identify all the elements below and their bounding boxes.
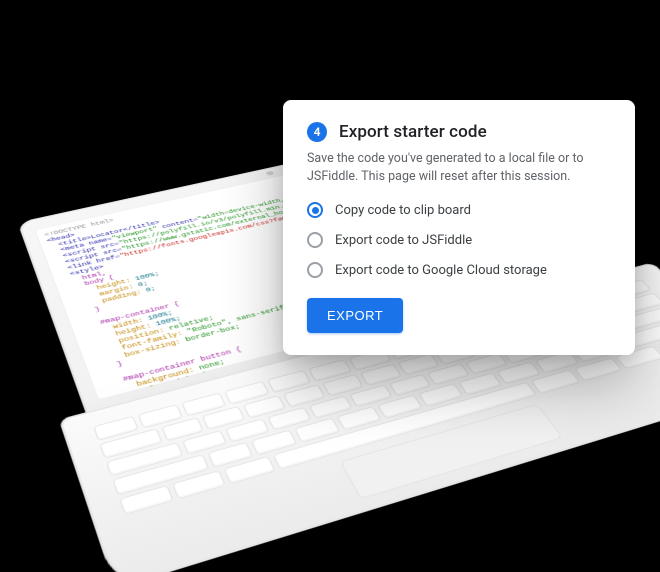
- option-label: Copy code to clip board: [335, 203, 471, 218]
- option-copy-clipboard[interactable]: Copy code to clip board: [307, 202, 611, 218]
- export-dialog: 4 Export starter code Save the code you'…: [283, 100, 635, 355]
- option-label: Export code to JSFiddle: [335, 233, 472, 248]
- option-export-gcs[interactable]: Export code to Google Cloud storage: [307, 262, 611, 278]
- option-label: Export code to Google Cloud storage: [335, 263, 547, 278]
- export-button[interactable]: EXPORT: [307, 298, 403, 333]
- dialog-subtitle: Save the code you've generated to a loca…: [307, 150, 611, 186]
- radio-icon: [307, 262, 323, 278]
- dialog-title: Export starter code: [339, 122, 487, 142]
- option-export-jsfiddle[interactable]: Export code to JSFiddle: [307, 232, 611, 248]
- radio-icon: [307, 232, 323, 248]
- step-badge: 4: [307, 122, 327, 142]
- camera-icon: [265, 171, 274, 176]
- radio-icon: [307, 202, 323, 218]
- export-options: Copy code to clip board Export code to J…: [307, 202, 611, 278]
